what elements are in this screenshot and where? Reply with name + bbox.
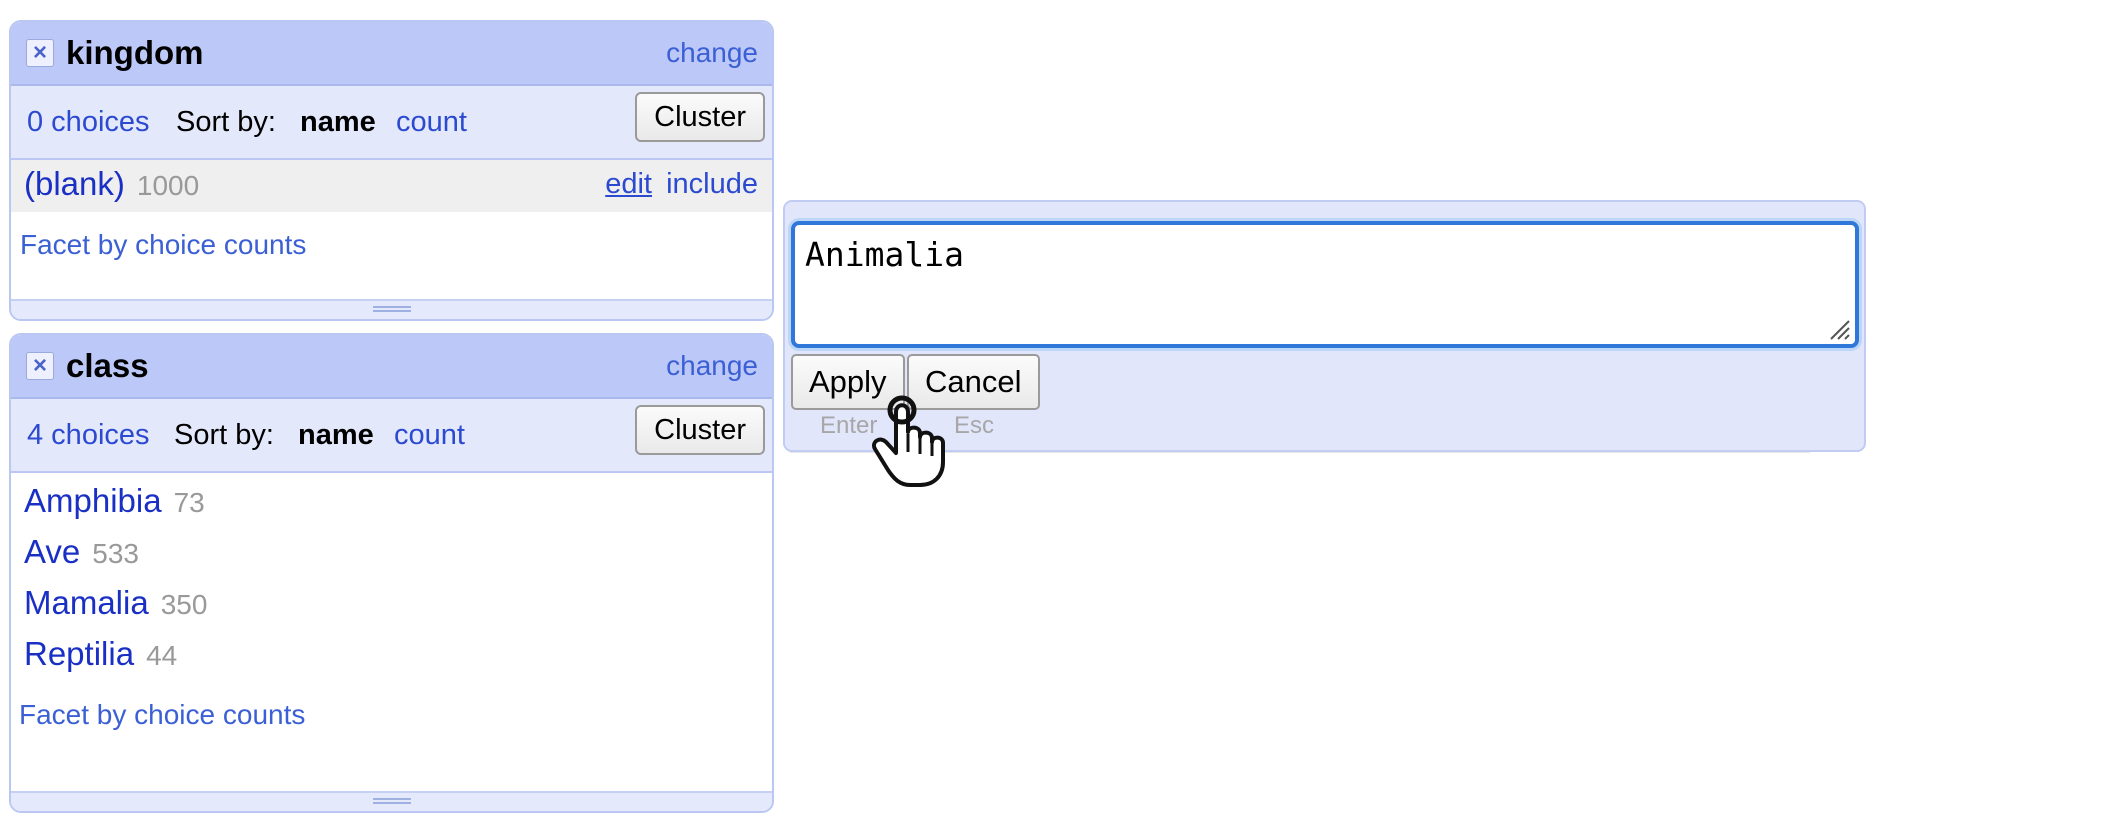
cluster-button[interactable]: Cluster xyxy=(635,92,765,142)
choice-count: 350 xyxy=(160,589,208,620)
choices-count-link[interactable]: 0 choices xyxy=(27,106,150,139)
sort-by-name-link[interactable]: name xyxy=(300,106,376,139)
facet-by-choice-counts-link[interactable]: Facet by choice counts xyxy=(19,699,305,731)
cluster-button[interactable]: Cluster xyxy=(635,405,765,455)
close-icon[interactable]: × xyxy=(26,352,54,380)
change-link[interactable]: change xyxy=(666,350,758,382)
facet-title: class xyxy=(66,347,149,384)
facet-header: × kingdom change xyxy=(11,22,772,86)
choice-name[interactable]: Mamalia xyxy=(24,584,149,621)
resize-grip-icon[interactable] xyxy=(1827,317,1851,341)
facet-class: × class change 4 choices Sort by: name c… xyxy=(9,333,774,813)
list-item: Reptilia 44 xyxy=(24,635,177,673)
resize-handle[interactable] xyxy=(11,791,772,811)
sort-by-name-link[interactable]: name xyxy=(298,419,374,452)
sort-by-label: Sort by: xyxy=(174,419,274,451)
facet-by-choice-counts-link[interactable]: Facet by choice counts xyxy=(20,229,306,261)
choice-name[interactable]: (blank) xyxy=(24,165,125,202)
sort-by-count-link[interactable]: count xyxy=(394,419,465,452)
choice-count: 1000 xyxy=(136,170,200,201)
sort-by-count-link[interactable]: count xyxy=(396,106,467,139)
hand-pointer-icon xyxy=(872,395,945,487)
list-item: (blank) 1000 edit include xyxy=(11,160,772,212)
edit-value-textarea[interactable] xyxy=(791,221,1859,348)
facet-controls: 0 choices Sort by: name count Cluster xyxy=(11,86,772,160)
list-item: Amphibia 73 xyxy=(24,482,205,520)
choices-count-link[interactable]: 4 choices xyxy=(27,419,150,452)
choice-count: 44 xyxy=(146,640,178,671)
choice-count: 73 xyxy=(173,487,205,518)
facet-kingdom: × kingdom change 0 choices Sort by: name… xyxy=(9,20,774,321)
cancel-shortcut-hint: Esc xyxy=(954,412,995,439)
include-link[interactable]: include xyxy=(666,168,758,201)
facet-header: × class change xyxy=(11,335,772,399)
apply-shortcut-hint: Enter xyxy=(820,412,878,439)
choice-name[interactable]: Reptilia xyxy=(24,635,134,672)
change-link[interactable]: change xyxy=(666,37,758,69)
choice-name[interactable]: Amphibia xyxy=(24,482,162,519)
choice-name[interactable]: Ave xyxy=(24,533,80,570)
list-item: Mamalia 350 xyxy=(24,584,207,622)
resize-handle[interactable] xyxy=(11,299,772,319)
facet-controls: 4 choices Sort by: name count Cluster xyxy=(11,399,772,473)
sort-by-label: Sort by: xyxy=(176,106,276,138)
list-item: Ave 533 xyxy=(24,533,139,571)
choice-row: (blank) 1000 xyxy=(24,165,199,203)
resize-grip-icon xyxy=(372,306,411,312)
resize-grip-icon xyxy=(372,798,411,804)
facet-title: kingdom xyxy=(66,34,204,71)
choice-count: 533 xyxy=(92,538,139,569)
edit-link[interactable]: edit xyxy=(605,168,652,201)
close-icon[interactable]: × xyxy=(26,39,54,67)
